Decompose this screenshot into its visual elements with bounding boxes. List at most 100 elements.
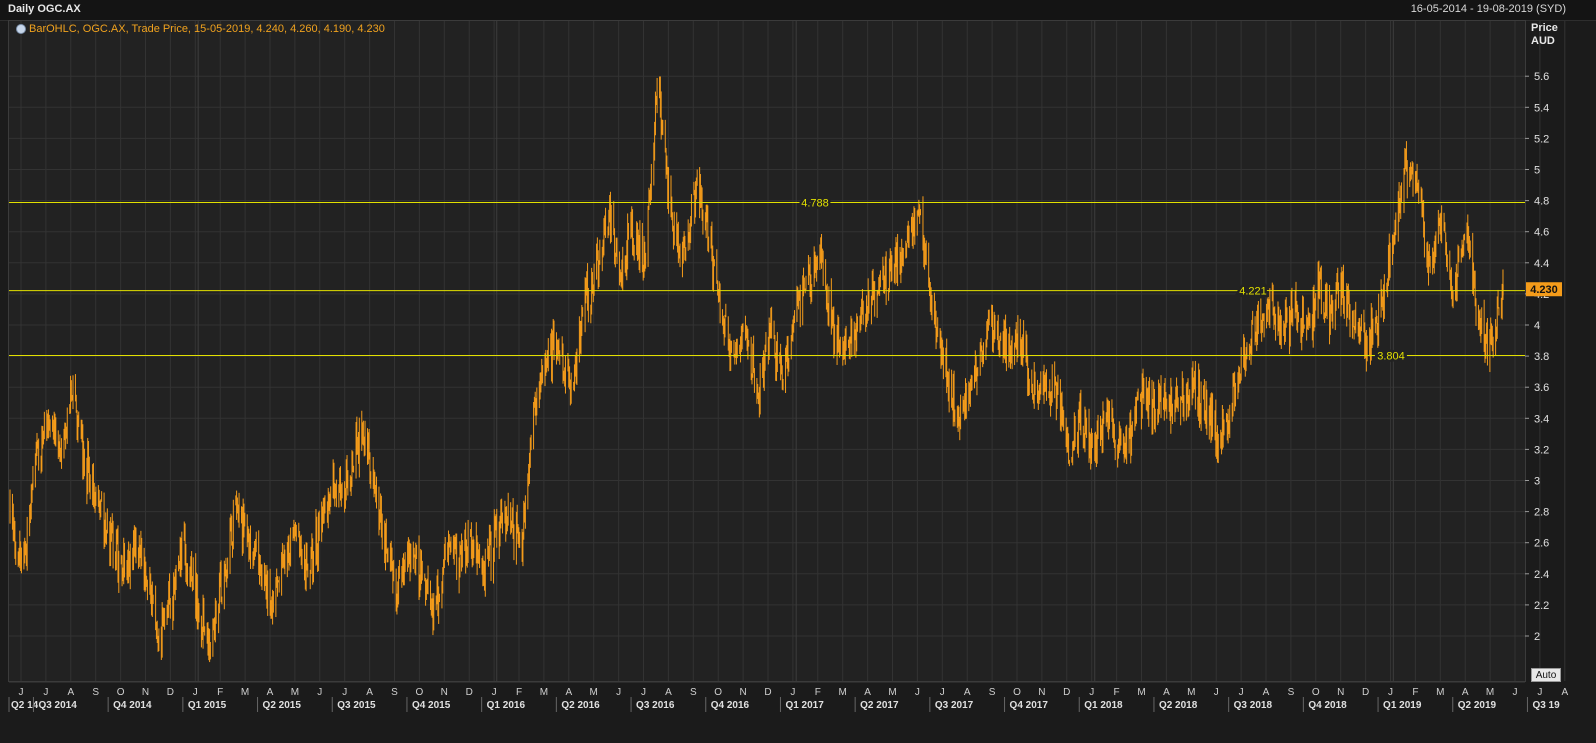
x-quarter-label: Q4 2018 [1308,700,1347,711]
auto-scale-button[interactable]: Auto [1531,668,1561,682]
x-quarter-label: Q1 2017 [785,700,824,711]
x-month-label: M [540,687,548,698]
x-quarter-label: Q1 2019 [1383,700,1422,711]
series-settings-icon[interactable] [16,24,26,34]
x-quarter-label: Q2 2015 [263,700,302,711]
y-tick-label: 2 [1534,631,1540,643]
y-tick-label: 3 [1534,476,1540,488]
x-month-label: N [739,687,746,698]
x-quarter-label: Q3 2015 [337,700,376,711]
x-month-label: F [217,687,223,698]
x-quarter-label: Q4 2014 [113,700,152,711]
chart-window: Daily OGC.AX 16-05-2014 - 19-08-2019 (SY… [0,0,1596,743]
y-tick-label: 5 [1534,165,1540,177]
x-quarter-label: Q3 19 [1532,700,1560,711]
x-month-label: M [1137,687,1145,698]
y-tick-label: 2.4 [1534,569,1549,581]
horizontal-levels: 4.788 4.221 3.804 [9,195,1525,365]
x-month-label: D [1063,687,1070,698]
x-month-label: N [441,687,448,698]
y-axis-unit-label: AUD [1531,35,1555,47]
x-quarter-label: Q2 2018 [1159,700,1198,711]
x-month-label: J [1388,687,1393,698]
x-month-label: A [565,687,572,698]
x-quarter-label: Q2 14 [11,700,39,711]
y-tick-label: 3.4 [1534,413,1549,425]
x-axis: JJASONDJFMAMJJASONDJFMAMJJASONDJFMAMJJAS… [0,681,1596,743]
x-month-label: J [1513,687,1518,698]
x-month-label: J [193,687,198,698]
x-month-label: M [241,687,249,698]
x-quarter-label: Q2 2016 [561,700,600,711]
x-month-label: A [1561,687,1568,698]
y-tick-label: 3.8 [1534,351,1549,363]
x-quarter-label: Q2 2017 [860,700,899,711]
x-quarter-label: Q1 2016 [487,700,526,711]
y-axis: 22.22.42.62.833.23.43.63.844.24.44.64.85… [1525,71,1562,643]
x-quarter-label: Q3 2014 [38,700,77,711]
x-month-label: J [19,687,24,698]
x-month-label: D [466,687,473,698]
x-quarter-label: Q4 2017 [1010,700,1049,711]
y-tick-label: 3.2 [1534,444,1549,456]
x-month-label: M [590,687,598,698]
x-quarter-label: Q1 2018 [1084,700,1123,711]
x-quarter-label: Q4 2015 [412,700,451,711]
x-month-label: O [714,687,722,698]
level-label: 3.804 [1377,350,1405,362]
x-month-label: A [1263,687,1270,698]
x-quarter-label: Q2 2019 [1458,700,1497,711]
x-month-label: J [1089,687,1094,698]
x-month-label: M [888,687,896,698]
y-tick-label: 3.6 [1534,382,1549,394]
y-tick-label: 5.4 [1534,102,1549,114]
x-quarter-label: Q1 2015 [188,700,227,711]
x-month-label: F [516,687,522,698]
x-quarter-label: Q3 2018 [1234,700,1273,711]
x-month-label: F [1412,687,1418,698]
x-month-label: J [616,687,621,698]
x-axis-band [0,682,1596,743]
x-month-label: O [117,687,125,698]
x-month-label: J [915,687,920,698]
y-tick-label: 4.8 [1534,196,1549,208]
x-month-label: A [964,687,971,698]
x-month-label: N [1038,687,1045,698]
x-month-label: S [1288,687,1295,698]
x-month-label: O [416,687,424,698]
x-month-label: J [1214,687,1219,698]
x-month-label: J [1537,687,1542,698]
x-quarter-label: Q3 2017 [935,700,974,711]
x-month-label: J [43,687,48,698]
price-chart[interactable]: 4.788 4.221 3.804 2 2.2 2.4 2.6 2.8 3 3.2 3.4 3.6 3… [0,0,1596,743]
x-month-label: S [391,687,398,698]
x-month-label: A [864,687,871,698]
x-month-label: A [1462,687,1469,698]
y-axis-price-label: Price [1531,22,1558,34]
x-month-label: J [1239,687,1244,698]
y-tick-label: 2.2 [1534,600,1549,612]
y-tick-label: 4.4 [1534,258,1549,270]
y-tick-label: 4 [1534,320,1540,332]
x-month-label: M [1436,687,1444,698]
x-month-label: J [342,687,347,698]
x-month-label: J [940,687,945,698]
x-quarter-label: Q3 2016 [636,700,675,711]
y-axis-title: Price AUD [1531,22,1558,48]
x-month-label: M [291,687,299,698]
x-month-label: F [1114,687,1120,698]
x-month-label: M [1187,687,1195,698]
y-tick-label: 4.6 [1534,227,1549,239]
x-month-label: M [839,687,847,698]
y-tick-label: 5.6 [1534,71,1549,83]
y-tick-label: 2.8 [1534,507,1549,519]
series-legend[interactable]: BarOHLC, OGC.AX, Trade Price, 15-05-2019… [16,23,385,35]
x-month-label: J [317,687,322,698]
legend-text: BarOHLC, OGC.AX, Trade Price, 15-05-2019… [29,23,385,35]
y-tick-label: 5.2 [1534,133,1549,145]
x-month-label: A [665,687,672,698]
x-month-label: M [1486,687,1494,698]
x-month-label: J [790,687,795,698]
level-label: 4.788 [801,197,829,209]
x-month-label: J [641,687,646,698]
